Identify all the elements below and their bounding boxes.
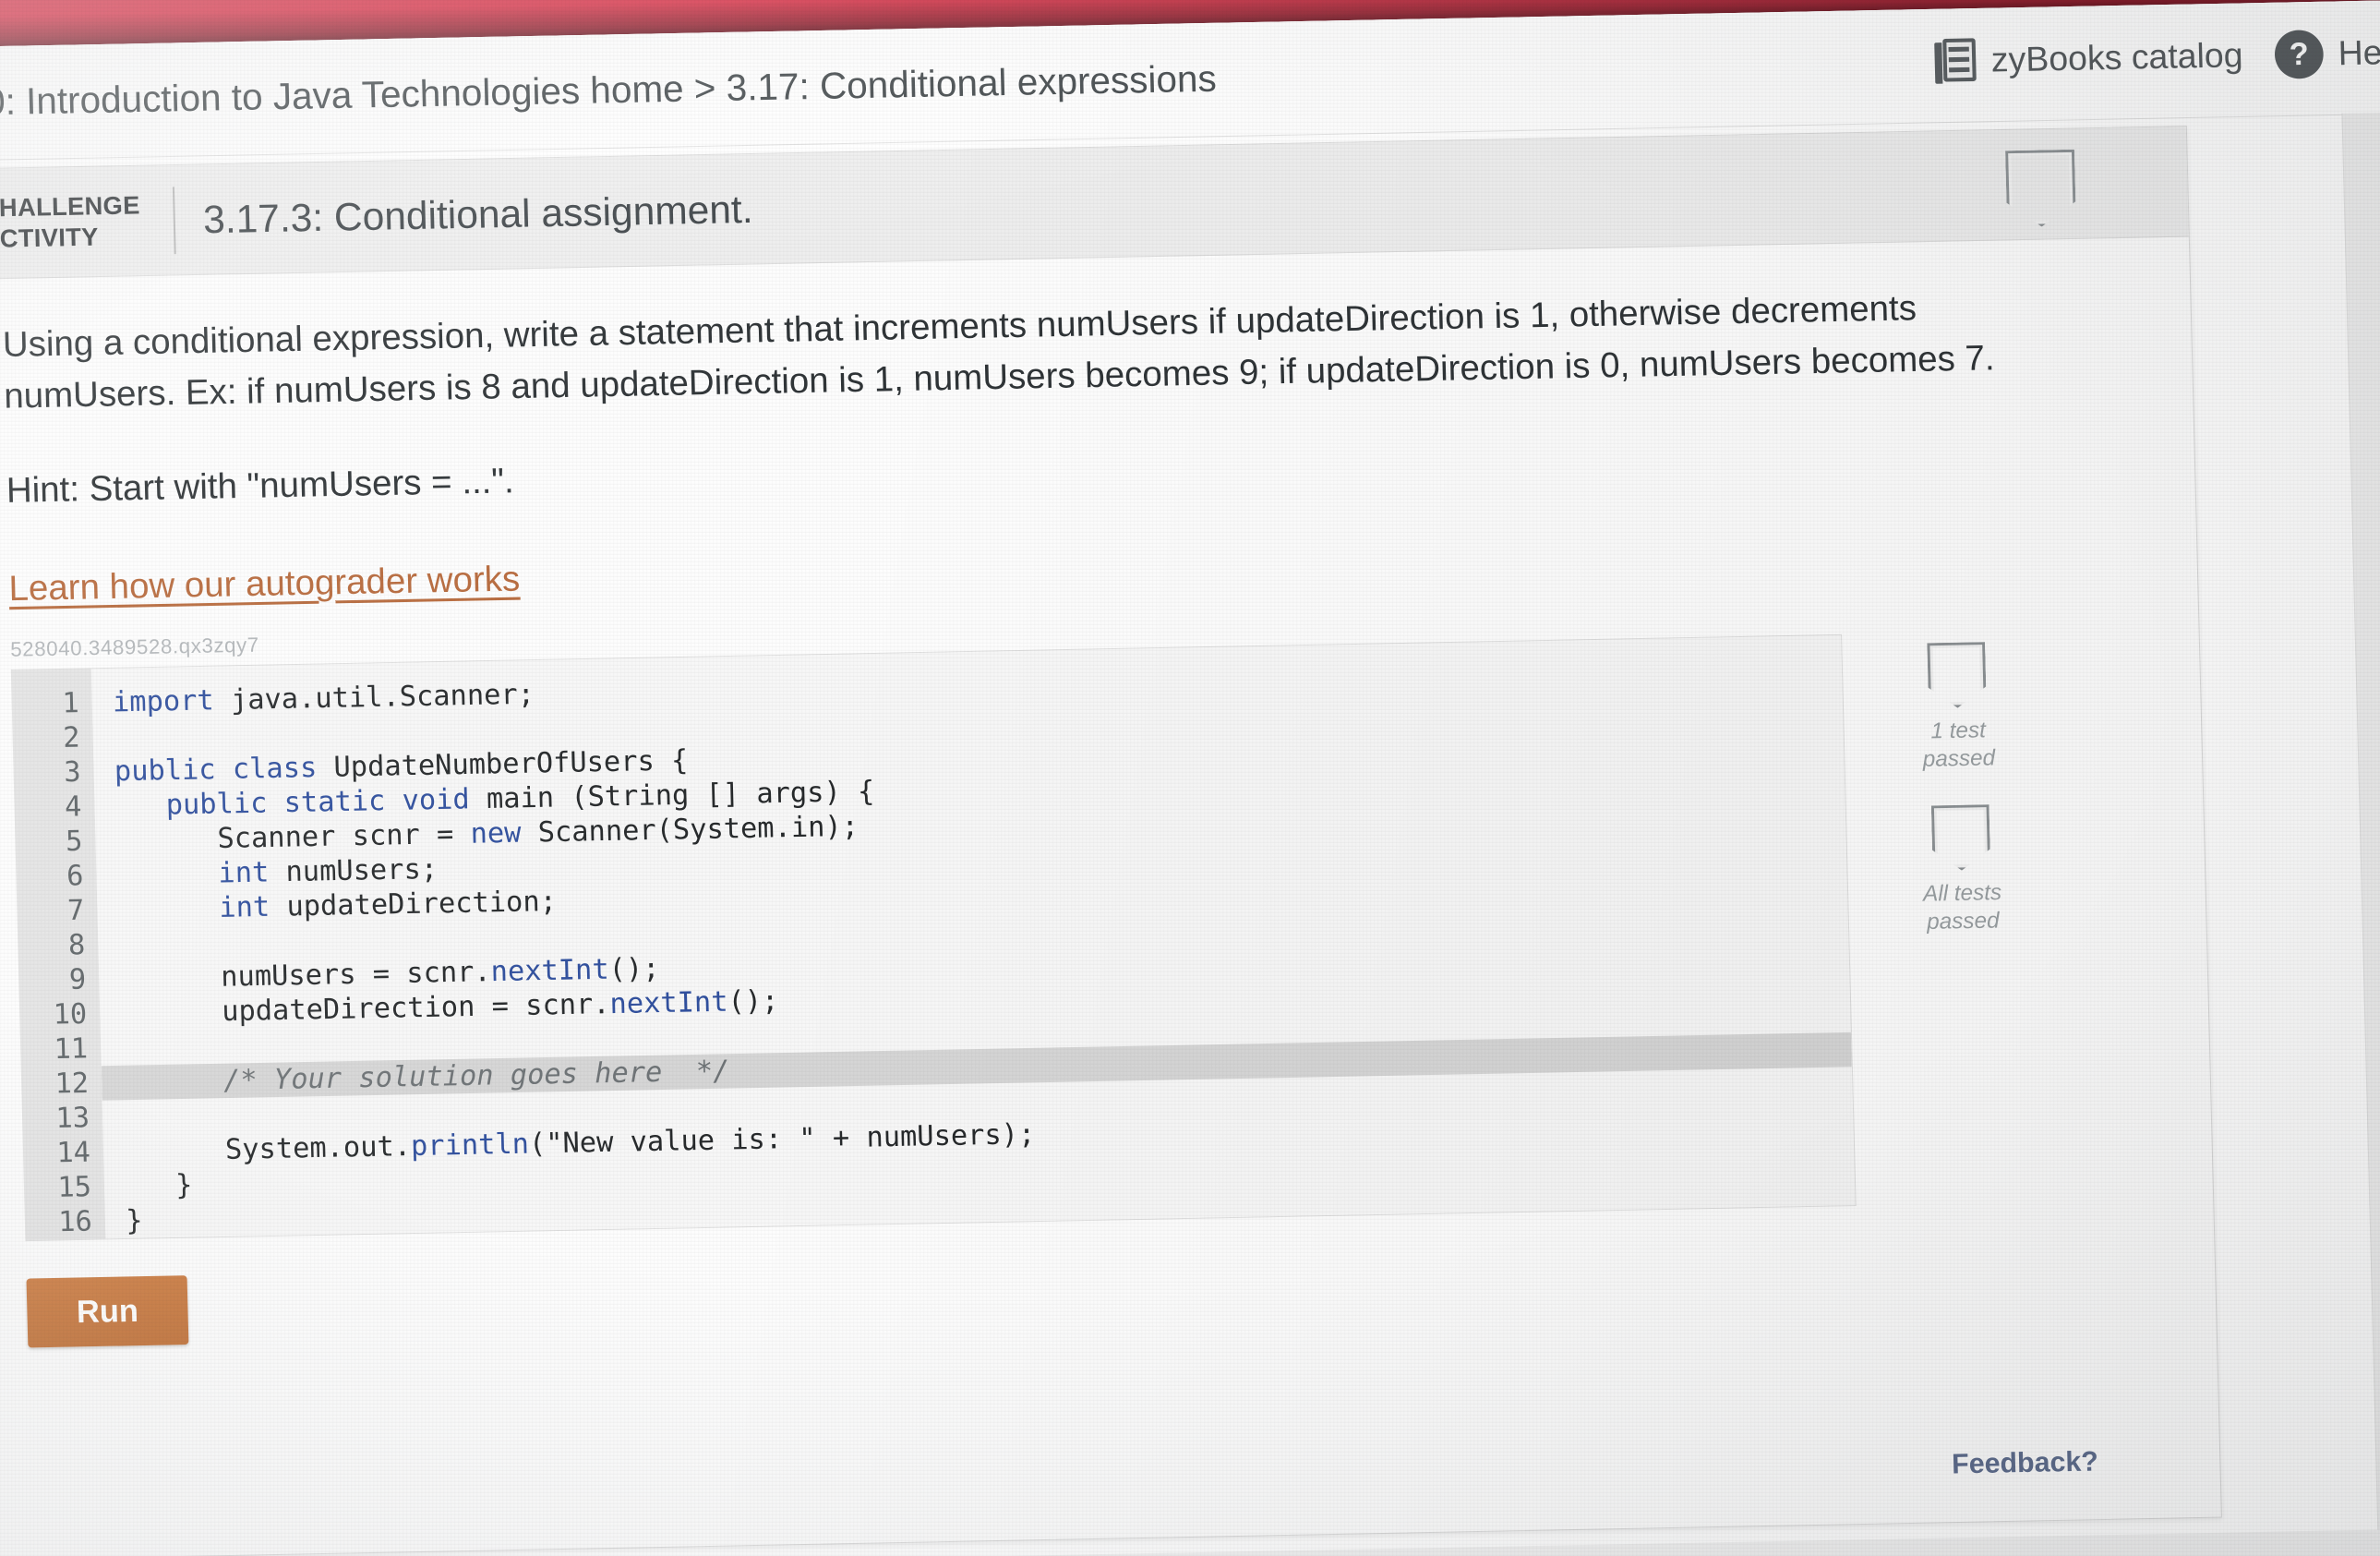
test-result-item: All tests passed [1921, 804, 2003, 936]
run-button[interactable]: Run [26, 1275, 189, 1348]
line-number: 10 [53, 997, 88, 1031]
screen-photo: ...p/section/17?content_resource_id=8038… [0, 0, 2380, 1556]
line-number: 5 [65, 825, 83, 859]
badge-pentagon-icon [1931, 804, 1991, 871]
line-number: 1 [61, 686, 80, 720]
help-link[interactable]: ? Help [2274, 28, 2380, 79]
question-mark-icon: ? [2274, 30, 2325, 79]
page-content: 0: Introduction to Java Technologies hom… [0, 0, 2380, 1556]
line-number: 15 [56, 1171, 92, 1205]
line-number: 9 [68, 963, 87, 997]
line-number: 2 [62, 721, 81, 755]
hint-text: Hint: Start with "numUsers = ...". [6, 462, 515, 512]
badge-pentagon-icon [1927, 642, 1987, 708]
browser-window: ...p/section/17?content_resource_id=8038… [0, 0, 2380, 1556]
line-number: 4 [64, 790, 82, 825]
activity-kind-line1: CHALLENGE [0, 190, 141, 223]
test-result-label: 1 test passed [1922, 718, 1996, 773]
test-result-item: 1 test passed [1920, 642, 1996, 774]
book-icon [1934, 38, 1977, 84]
line-number-gutter: 1 2 3 4 5 6 7 8 9 10 11 12 13 14 15 16 [10, 669, 106, 1241]
challenge-activity-card: CHALLENGE ACTIVITY 3.17.3: Conditional a… [0, 126, 2222, 1556]
run-row: Run [26, 1237, 2160, 1348]
activity-body: Using a conditional expression, write a … [0, 237, 2216, 1349]
autograder-info-link[interactable]: Learn how our autograder works [8, 560, 521, 609]
activity-kind-label: CHALLENGE ACTIVITY [0, 189, 169, 255]
test-result-label: All tests passed [1922, 879, 2002, 935]
line-number: 8 [67, 928, 86, 962]
line-number: 7 [66, 894, 85, 928]
line-number: 6 [66, 860, 84, 893]
line-number: 13 [54, 1102, 90, 1136]
bookmark-button[interactable] [2005, 150, 2076, 227]
line-number: 12 [54, 1067, 90, 1101]
page-right-gutter [2341, 111, 2380, 1556]
zybooks-catalog-label: zyBooks catalog [1990, 35, 2244, 79]
code-editor[interactable]: 1 2 3 4 5 6 7 8 9 10 11 12 13 14 15 16 import java.util… [10, 634, 2001, 1242]
activity-kind-line2: ACTIVITY [0, 222, 100, 253]
problem-statement: Using a conditional expression, write a … [2, 288, 1996, 416]
zybooks-catalog-link[interactable]: zyBooks catalog [1934, 33, 2244, 84]
activity-title: 3.17.3: Conditional assignment. [202, 186, 754, 241]
test-results-column: 1 test passed All tests passed [1857, 641, 2061, 938]
code-area[interactable]: import java.util.Scanner; public class U… [90, 635, 1856, 1239]
breadcrumb[interactable]: 0: Introduction to Java Technologies hom… [0, 58, 1217, 124]
help-label: Help [2338, 32, 2380, 73]
line-number: 3 [63, 755, 81, 790]
feedback-link[interactable]: Feedback? [1952, 1446, 2098, 1480]
line-number: 16 [57, 1205, 93, 1239]
header-actions: zyBooks catalog ? Help [1934, 28, 2380, 85]
header-divider [172, 186, 176, 254]
bookmark-pentagon-icon [2005, 150, 2076, 227]
line-number: 11 [54, 1032, 89, 1067]
line-number: 14 [55, 1136, 91, 1170]
